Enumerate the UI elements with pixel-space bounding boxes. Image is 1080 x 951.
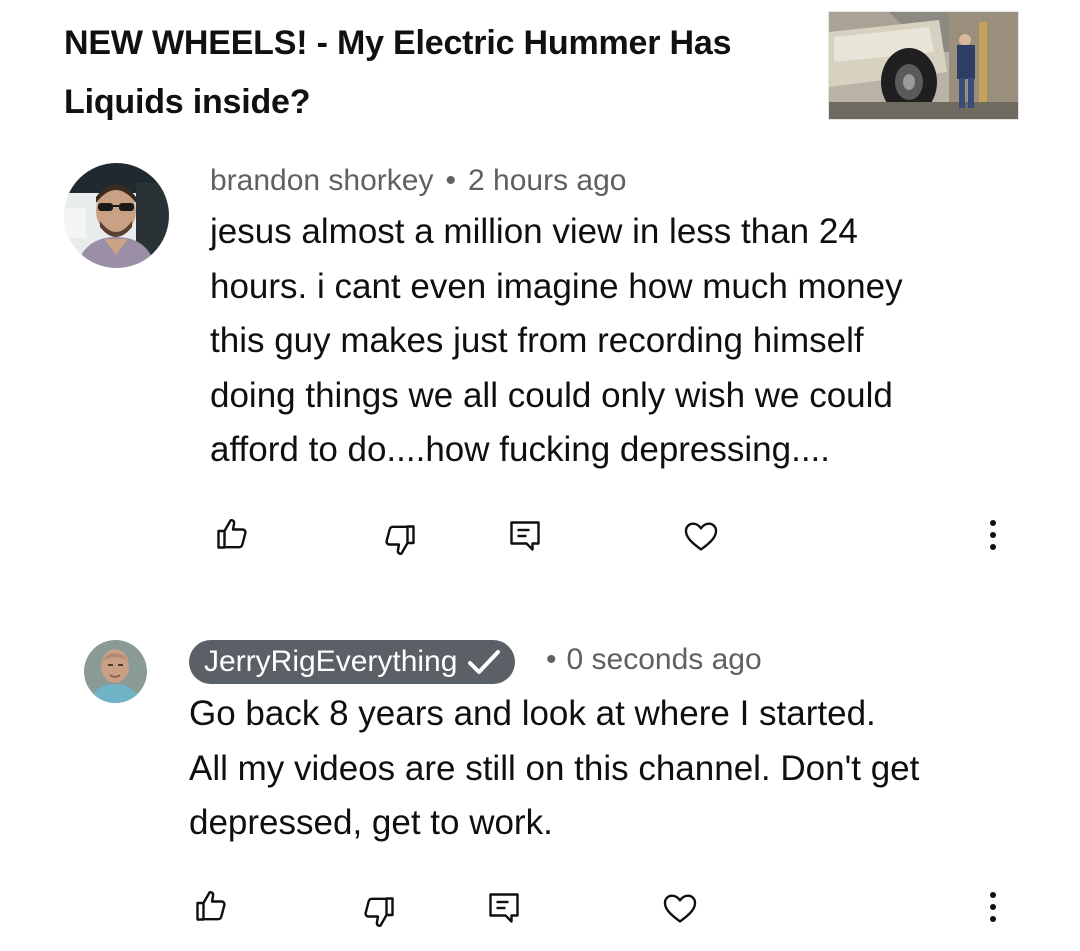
meta-separator: • — [546, 643, 557, 676]
avatar[interactable] — [84, 640, 147, 703]
like-button[interactable] — [189, 884, 233, 928]
comment-meta: • 0 seconds ago — [546, 643, 762, 677]
video-thumbnail[interactable] — [828, 11, 1019, 120]
heart-button[interactable] — [658, 886, 702, 930]
comment-text-line: jesus almost a million view in less than… — [210, 212, 858, 251]
reply-icon — [510, 521, 540, 551]
avatar-image — [84, 640, 147, 703]
avatar[interactable] — [64, 163, 169, 268]
reply-icon — [489, 893, 519, 923]
comment-text-line: doing things we all could only wish we c… — [210, 375, 893, 415]
verified-check-icon — [468, 650, 501, 674]
dislike-icon — [364, 897, 394, 927]
reply-button[interactable] — [503, 514, 547, 558]
video-thumbnail-image — [829, 12, 1018, 119]
reply-button[interactable] — [482, 886, 526, 930]
like-icon — [217, 519, 247, 549]
comment-text-line: depressed, get to work. — [189, 803, 553, 842]
like-icon — [196, 891, 226, 921]
comment-text-line: hours. i cant even imagine how much mone… — [210, 266, 903, 306]
comment-text: jesus almost a million view in less than… — [210, 205, 1030, 478]
video-title[interactable]: NEW WHEELS! - My Electric Hummer Has Liq… — [64, 14, 784, 132]
meta-separator: • — [445, 164, 456, 197]
comment-timestamp[interactable]: 0 seconds ago — [567, 643, 762, 676]
comment-author: JerryRigEverything — [204, 645, 458, 678]
more-options-button[interactable] — [971, 885, 1015, 929]
more-vert-icon — [990, 520, 996, 550]
dislike-button[interactable] — [378, 518, 422, 562]
heart-icon — [684, 522, 718, 551]
comment-timestamp[interactable]: 2 hours ago — [468, 164, 626, 197]
heart-icon — [663, 894, 697, 923]
avatar-image — [64, 163, 169, 268]
comment-text-line: afford to do....how fucking depressing..… — [210, 430, 831, 469]
more-vert-icon — [990, 892, 996, 922]
video-title-line-1: NEW WHEELS! - My Electric Hummer Has — [64, 24, 732, 62]
more-options-button[interactable] — [971, 513, 1015, 557]
comment-text: Go back 8 years and look at where I star… — [189, 687, 1029, 851]
dislike-icon — [385, 525, 415, 555]
comment-text-line: this guy makes just from recording himse… — [210, 321, 864, 360]
comment-meta: brandon shorkey • 2 hours ago — [210, 164, 626, 198]
comment-author[interactable]: brandon shorkey — [210, 164, 433, 197]
creator-author-badge[interactable]: JerryRigEverything — [189, 640, 516, 684]
heart-button[interactable] — [679, 514, 723, 558]
like-button[interactable] — [210, 512, 254, 556]
comment-text-line: All my videos are still on this channel.… — [189, 748, 920, 788]
dislike-button[interactable] — [357, 890, 401, 934]
video-title-line-2: Liquids inside? — [64, 83, 311, 121]
comment-text-line: Go back 8 years and look at where I star… — [189, 694, 876, 733]
